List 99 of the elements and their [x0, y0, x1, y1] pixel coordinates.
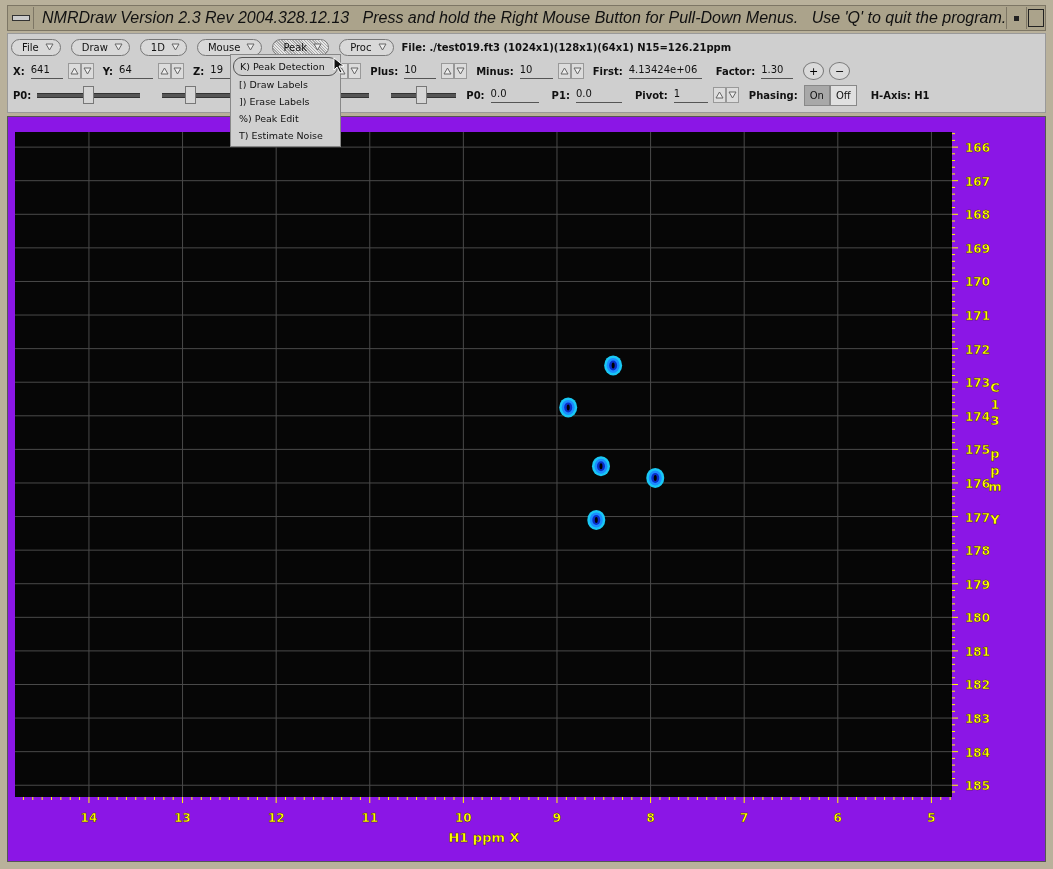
x-tick-label: 13	[174, 811, 191, 825]
field-label: Y:	[102, 65, 114, 77]
maximize-button[interactable]	[1025, 7, 1045, 29]
input-field[interactable]: 10	[519, 63, 553, 79]
down-arrow-icon	[170, 43, 180, 51]
h-axis-label: H-Axis: H1	[870, 89, 930, 101]
y-tick-label: 183	[965, 712, 991, 727]
zoom-in-button[interactable]: +	[803, 62, 825, 80]
field-label: Minus:	[476, 65, 514, 77]
x-tick-label: 11	[361, 811, 379, 825]
x-tick-label: 5	[927, 811, 936, 825]
input-field[interactable]: 1	[673, 87, 708, 103]
down-arrow-icon	[113, 43, 123, 51]
down-arrow-icon	[572, 67, 582, 75]
x-tick-label: 8	[646, 811, 655, 825]
x-tick-label: 14	[80, 811, 98, 825]
x-tick-label: 10	[455, 811, 472, 825]
y-tick-label: 184	[965, 745, 991, 760]
down-arrow-icon	[44, 43, 54, 51]
toggle-option[interactable]: On	[803, 84, 830, 106]
field-label: P0:	[466, 89, 485, 101]
y-tick-label: 169	[965, 241, 991, 256]
up-arrow-icon	[559, 67, 569, 75]
menu-item[interactable]: %) Peak Edit	[231, 110, 340, 127]
menu-button[interactable]: 1D	[139, 38, 187, 56]
input-field[interactable]: 10	[404, 63, 437, 79]
peak-contour	[587, 509, 606, 530]
field-label: First:	[592, 65, 623, 77]
down-arrow-icon	[246, 43, 256, 51]
down-arrow-icon	[82, 67, 92, 75]
menu-button[interactable]: Draw	[70, 38, 130, 56]
up-arrow-icon	[69, 67, 79, 75]
down-arrow-icon	[313, 43, 323, 51]
x-tick-label: 12	[267, 811, 285, 825]
y-tick-label: 181	[965, 644, 991, 659]
up-arrow-icon	[714, 91, 724, 99]
peak-contour	[646, 467, 665, 488]
slider-label: P0:	[13, 89, 32, 101]
x-axis-title: H1 ppm X	[448, 830, 520, 845]
field-label: Factor:	[715, 65, 756, 77]
decrement-button[interactable]	[454, 63, 468, 79]
x-tick-label: 7	[740, 811, 749, 825]
y-tick-label: 182	[965, 678, 991, 693]
slider-thumb[interactable]	[416, 86, 428, 104]
y-tick-label: 171	[965, 309, 991, 324]
field-label: Plus:	[370, 65, 399, 77]
down-arrow-icon	[727, 91, 737, 99]
y-tick-label: 170	[965, 275, 991, 290]
minimize-icon	[1013, 15, 1019, 21]
field-label: X:	[13, 65, 25, 77]
decrement-button[interactable]	[348, 63, 362, 79]
y-tick-label: 166	[965, 141, 991, 156]
phasing-label: Phasing:	[748, 89, 798, 101]
up-arrow-icon	[443, 67, 453, 75]
y-tick-label: 168	[965, 208, 991, 223]
down-arrow-icon	[377, 43, 387, 51]
up-arrow-icon	[160, 67, 170, 75]
x-tick-label: 6	[833, 811, 842, 825]
input-field[interactable]: 4.13424e+06	[628, 63, 702, 79]
x-tick-label: 9	[552, 811, 562, 825]
menu-button[interactable]: File	[11, 38, 61, 56]
cursor-icon	[333, 57, 347, 75]
decrement-button[interactable]	[171, 63, 185, 79]
field-label: Pivot:	[634, 89, 668, 101]
y-tick-label: 175	[965, 443, 991, 458]
down-arrow-icon	[350, 67, 360, 75]
slider-thumb[interactable]	[185, 86, 197, 104]
menu-button[interactable]: Mouse	[196, 38, 263, 56]
slider-thumb[interactable]	[82, 86, 94, 104]
input-field[interactable]: 641	[30, 63, 63, 79]
input-field[interactable]: 0.0	[575, 87, 622, 103]
input-field[interactable]: 1.30	[761, 63, 794, 79]
window-title: NMRDraw Version 2.3 Rev 2004.328.12.13 Press and hold the Right Mouse Button for Pull-Down Menus. Use 'Q' to quit the program.	[41, 9, 1007, 27]
y-tick-label: 180	[965, 611, 991, 626]
menu-item[interactable]: [) Draw Labels	[231, 76, 340, 93]
y-tick-label: 178	[965, 544, 991, 559]
down-arrow-icon	[456, 67, 466, 75]
y-tick-label: 174	[965, 409, 991, 424]
y-tick-label: 172	[965, 342, 991, 357]
peak-contour	[559, 397, 578, 418]
menu-button[interactable]: Proc	[339, 38, 394, 56]
menu-item[interactable]: ]) Erase Labels	[231, 93, 340, 110]
down-arrow-icon	[173, 67, 183, 75]
maximize-icon	[1027, 9, 1044, 27]
input-field[interactable]: 0.0	[490, 87, 539, 103]
peak-contour	[604, 355, 623, 376]
y-tick-label: 179	[965, 577, 991, 592]
toggle-option[interactable]: Off	[829, 84, 857, 106]
file-info: File: ./test019.ft3 (1024x1)(128x1)(64x1) N15=126.21ppm	[401, 41, 732, 53]
peak-contour	[592, 456, 610, 477]
bar-icon	[11, 15, 30, 21]
input-field[interactable]: 64	[119, 63, 154, 79]
menu-item[interactable]: T) Estimate Noise	[231, 127, 340, 144]
y-tick-label: 167	[965, 174, 991, 189]
zoom-out-button[interactable]: −	[829, 62, 851, 80]
field-label: P1:	[551, 89, 570, 101]
y-tick-label: 185	[965, 779, 991, 794]
y-tick-label: 173	[965, 376, 991, 391]
field-label: Z:	[193, 65, 205, 77]
